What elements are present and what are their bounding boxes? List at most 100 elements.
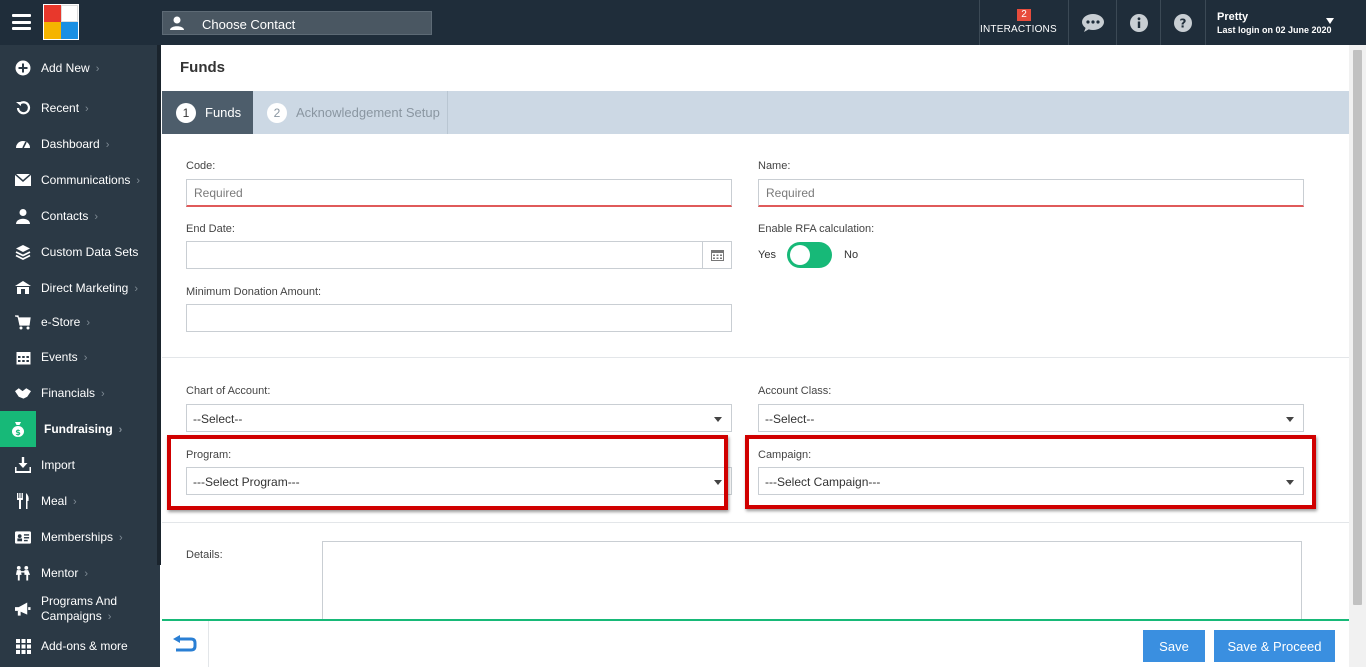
sidebar-item-custom-data-sets[interactable]: Custom Data Sets [0, 234, 157, 270]
sidebar-item-label: Contacts › [41, 209, 99, 223]
sidebar-item-label: Add-ons & more [41, 639, 128, 653]
sidebar-item-communications[interactable]: Communications › [0, 162, 157, 198]
sidebar-item-dashboard[interactable]: Dashboard › [0, 126, 157, 162]
sidebar-item-meal[interactable]: Meal › [0, 483, 157, 519]
step-number: 2 [267, 102, 287, 123]
sidebar-item-events[interactable]: Events › [0, 339, 157, 375]
step-acknowledgement-setup[interactable]: 2 Acknowledgement Setup [253, 91, 448, 134]
rfa-yes-label: Yes [758, 249, 776, 261]
id-card-icon [15, 529, 31, 545]
plus-circle-icon [15, 60, 31, 76]
chevron-right-icon: › [118, 424, 123, 436]
chevron-right-icon: › [107, 610, 112, 623]
sidebar-item-label: Meal › [41, 494, 77, 508]
calendar-icon[interactable] [702, 242, 731, 268]
sidebar-item-financials[interactable]: Financials › [0, 375, 157, 411]
step-funds[interactable]: 1 Funds [162, 91, 253, 134]
main-content: Funds 1 Funds 2 Acknowledgement Setup Co… [162, 45, 1349, 667]
name-input[interactable]: Required [758, 179, 1304, 207]
min-donation-label: Minimum Donation Amount: [186, 286, 322, 298]
choose-contact-field[interactable]: Choose Contact [162, 11, 432, 35]
sidebar-item-label: e-Store › [41, 315, 91, 329]
handshake-icon [15, 385, 31, 401]
code-input[interactable]: Required [186, 179, 732, 207]
sidebar-item-label: Communications › [41, 173, 141, 187]
dropdown-arrow-icon [714, 417, 722, 422]
step-number: 1 [176, 102, 196, 123]
scrollbar-thumb[interactable] [1353, 50, 1362, 605]
chevron-right-icon: › [95, 63, 100, 75]
import-icon [15, 457, 31, 473]
account-class-select[interactable]: --Select-- [758, 404, 1304, 432]
sidebar-item-label: Custom Data Sets [41, 245, 139, 259]
min-donation-input[interactable] [186, 304, 732, 332]
sidebar-item-label: Fundraising › [44, 422, 123, 436]
chart-of-account-select[interactable]: --Select-- [186, 404, 732, 432]
rfa-toggle[interactable] [787, 242, 832, 268]
sidebar-item-add-ons-more[interactable]: Add-ons & more [0, 632, 157, 660]
sidebar-item-mentor[interactable]: Mentor › [0, 555, 157, 591]
chevron-right-icon: › [119, 532, 123, 544]
chevron-right-icon: › [73, 496, 77, 508]
user-menu[interactable]: Pretty Last login on 02 June 2020 [1205, 0, 1345, 45]
caret-down-icon [1326, 18, 1334, 24]
svg-text:$: $ [15, 428, 21, 437]
cart-icon [15, 314, 31, 330]
sidebar-item-label: Financials › [41, 386, 105, 400]
sidebar-item-label: Dashboard › [41, 137, 110, 151]
help-icon[interactable]: ? [1160, 0, 1206, 45]
chat-icon[interactable] [1070, 0, 1116, 45]
app-logo[interactable] [43, 4, 79, 40]
last-login: Last login on 02 June 2020 [1217, 25, 1332, 35]
details-label: Details: [186, 549, 223, 561]
user-name: Pretty [1217, 11, 1249, 23]
chevron-right-icon: › [84, 568, 89, 580]
program-highlight-box [167, 435, 728, 510]
chevron-right-icon: › [105, 139, 110, 151]
back-button[interactable] [162, 621, 209, 667]
sidebar-item-recent[interactable]: Recent › [0, 90, 157, 126]
cutlery-icon [15, 493, 31, 509]
dashboard-icon [15, 136, 31, 152]
svg-text:?: ? [1180, 16, 1187, 30]
user-icon [15, 208, 31, 224]
sidebar-item-memberships[interactable]: Memberships › [0, 519, 157, 555]
chevron-right-icon: › [134, 283, 139, 295]
calendar-icon [15, 349, 31, 365]
sidebar-item-contacts[interactable]: Contacts › [0, 198, 157, 234]
sidebar-item-fundraising[interactable]: $ Fundraising › [0, 411, 157, 447]
interactions-button[interactable]: 2 INTERACTIONS [980, 0, 1068, 45]
sidebar-item-e-store[interactable]: e-Store › [0, 304, 157, 340]
wizard-steps: 1 Funds 2 Acknowledgement Setup [162, 91, 1349, 134]
return-arrow-icon [173, 635, 197, 652]
sidebar-item-add-new[interactable]: Add New › [0, 50, 157, 86]
dropdown-arrow-icon [1286, 417, 1294, 422]
rfa-no-label: No [844, 249, 859, 261]
sidebar-item-label: Recent › [41, 101, 89, 115]
chart-of-account-label: Chart of Account: [186, 385, 271, 397]
page-scrollbar[interactable] [1349, 45, 1366, 667]
info-icon[interactable] [1116, 0, 1162, 45]
sidebar-scrollbar[interactable] [157, 45, 161, 565]
hamburger-menu-icon[interactable] [12, 14, 31, 30]
chevron-right-icon: › [136, 175, 141, 187]
sidebar-item-label: Mentor › [41, 566, 89, 580]
sidebar-item-label: Memberships › [41, 530, 123, 544]
save-proceed-button[interactable]: Save & Proceed [1214, 630, 1335, 662]
history-icon [15, 100, 31, 116]
step-label: Acknowledgement Setup [296, 105, 440, 120]
end-date-input[interactable] [186, 241, 732, 269]
sidebar-item-label: Programs And Campaigns › [41, 593, 118, 623]
name-label: Name: [758, 160, 791, 172]
sidebar-item-programs-and-campaigns[interactable]: Programs And Campaigns › [0, 589, 157, 629]
sidebar-item-direct-marketing[interactable]: Direct Marketing › [0, 270, 157, 306]
campaign-highlight-box [745, 435, 1316, 509]
envelope-icon [15, 172, 31, 188]
chevron-right-icon: › [86, 317, 91, 329]
chart-of-account-value: --Select-- [193, 412, 243, 426]
sidebar-item-label: Add New › [41, 61, 100, 75]
save-button[interactable]: Save [1143, 630, 1205, 662]
sidebar-item-import[interactable]: Import [0, 447, 157, 483]
sidebar-item-label: Events › [41, 350, 88, 364]
step-label: Funds [205, 105, 242, 120]
